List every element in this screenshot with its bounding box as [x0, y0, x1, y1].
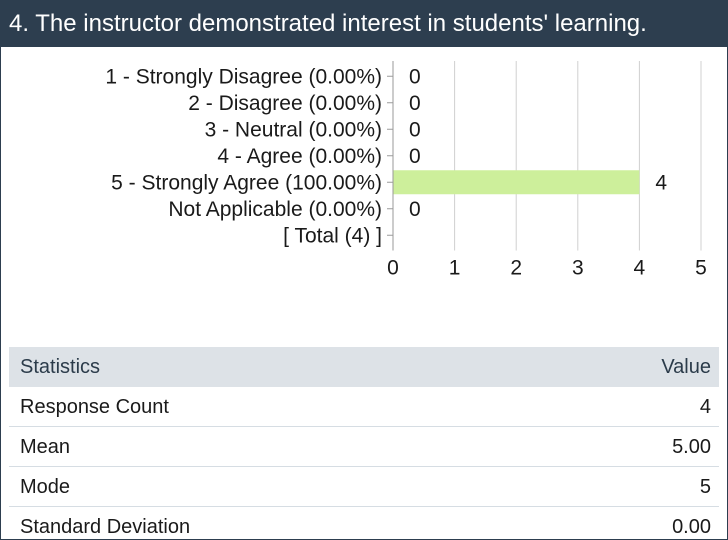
category-label: 3 - Neutral (0.00%) [205, 118, 382, 141]
statistics-value: 5.00 [672, 436, 711, 458]
x-tick-label: 2 [510, 257, 522, 280]
statistics-label: Mode [20, 476, 71, 498]
chart-bars [393, 170, 640, 195]
statistics-header-row: Statistics Value [9, 347, 719, 387]
statistics-row-mode: Mode 5 [9, 467, 719, 507]
x-tick-label: 4 [634, 257, 646, 280]
data-label: 4 [655, 171, 667, 194]
x-tick-label: 0 [387, 257, 399, 280]
statistics-label: Response Count [20, 396, 169, 418]
statistics-header-value: Value [661, 356, 711, 378]
data-label: 0 [409, 145, 421, 168]
data-label: 0 [409, 65, 421, 88]
x-tick-label: 1 [449, 257, 461, 280]
data-label: 0 [409, 118, 421, 141]
question-panel: 4. The instructor demonstrated interest … [0, 0, 728, 540]
category-label: 1 - Strongly Disagree (0.00%) [105, 65, 382, 88]
data-label: 0 [409, 198, 421, 221]
question-title: 4. The instructor demonstrated interest … [1, 1, 727, 47]
x-tick-label: 5 [695, 257, 707, 280]
statistics-value: 4 [699, 396, 711, 418]
category-label: [ Total (4) ] [283, 224, 382, 247]
statistics-header-label: Statistics [20, 356, 101, 378]
statistics-value: 5 [699, 476, 711, 498]
statistics-value: 0.00 [672, 516, 711, 538]
x-tick-label: 3 [572, 257, 584, 280]
statistics-table: Statistics Value Response Count 4 Mean 5… [9, 347, 719, 539]
category-label: 5 - Strongly Agree (100.00%) [111, 171, 382, 194]
chart-gridlines [454, 61, 702, 251]
statistics-label: Mean [20, 436, 71, 458]
statistics-row-standard-deviation: Standard Deviation 0.00 [9, 507, 719, 539]
statistics-row-mean: Mean 5.00 [9, 427, 719, 467]
category-label: 2 - Disagree (0.00%) [188, 92, 382, 115]
category-label: Not Applicable (0.00%) [168, 198, 382, 221]
statistics-row-response-count: Response Count 4 [9, 387, 719, 427]
response-bar-chart: 1 - Strongly Disagree (0.00%) 0 2 - Disagr… [105, 61, 707, 280]
chart-axes [387, 61, 394, 251]
data-label: 0 [409, 92, 421, 115]
statistics-label: Standard Deviation [20, 516, 191, 538]
bar [393, 170, 640, 195]
category-label: 4 - Agree (0.00%) [217, 145, 382, 168]
